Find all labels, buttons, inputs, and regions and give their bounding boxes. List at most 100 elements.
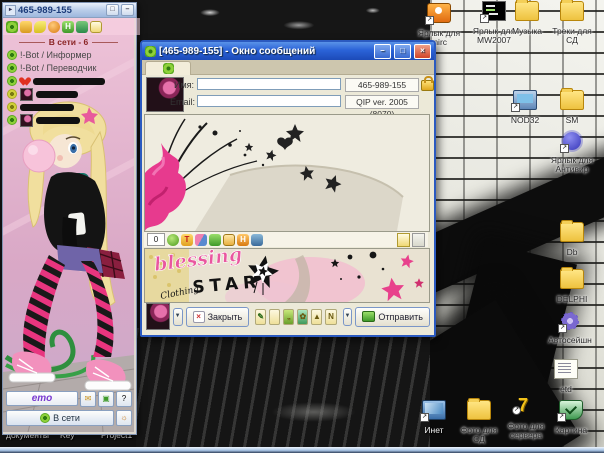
folder-button[interactable]: ▣ bbox=[98, 391, 114, 407]
qip-flower-icon bbox=[145, 46, 156, 57]
screenshot-icon[interactable] bbox=[251, 234, 263, 246]
send-package-icon bbox=[362, 311, 375, 322]
minimize-button[interactable]: – bbox=[121, 4, 134, 16]
image-icon[interactable] bbox=[223, 234, 235, 246]
contact-list-window: ▸ 465-989-155 □ – H В сети - 6 !-Bot / И… bbox=[2, 2, 137, 435]
folder-icon[interactable] bbox=[20, 21, 32, 33]
desktop-icon-label: SM bbox=[550, 116, 594, 125]
shield-icon bbox=[559, 400, 583, 420]
spellcheck-icon[interactable] bbox=[269, 309, 280, 325]
censored-name bbox=[33, 78, 105, 85]
folder-icon bbox=[560, 222, 584, 242]
status-online-icon bbox=[7, 115, 17, 125]
gear-icon bbox=[561, 312, 579, 330]
contact-row-bot-translator[interactable]: !-Bot / Переводчик bbox=[7, 62, 96, 74]
contact-row-censored[interactable] bbox=[7, 101, 74, 113]
folder-icon bbox=[515, 1, 539, 21]
quote-icon[interactable]: „ bbox=[283, 309, 294, 325]
edit-icon[interactable]: ✎ bbox=[255, 309, 266, 325]
desktop-icon-tracks[interactable]: Треки для СД bbox=[550, 1, 594, 45]
contact-row-bot-informer[interactable]: !-Bot / Информер bbox=[7, 49, 92, 61]
send-button[interactable]: Отправить bbox=[355, 307, 430, 327]
rollup-button[interactable]: □ bbox=[106, 4, 119, 16]
plugins-icon[interactable] bbox=[76, 21, 88, 33]
desktop-icon-photo-cd[interactable]: Фото для СД bbox=[457, 400, 501, 444]
avatar bbox=[146, 303, 170, 330]
desktop-icon-photo-server[interactable]: Фото для сервера bbox=[504, 398, 548, 440]
contact-list-title: 465-989-155 bbox=[18, 5, 104, 16]
desktop-icon-delphi[interactable]: DELPHI bbox=[550, 269, 594, 304]
name-input[interactable] bbox=[197, 78, 341, 90]
maximize-button[interactable]: □ bbox=[394, 44, 411, 59]
folder-icon bbox=[560, 269, 584, 289]
spiky-ball-icon bbox=[563, 132, 581, 150]
lock-icon bbox=[421, 80, 434, 91]
banana-icon[interactable] bbox=[34, 21, 46, 33]
minimize-button[interactable]: – bbox=[374, 44, 391, 59]
smiley-icon[interactable] bbox=[167, 234, 179, 246]
desktop-icon-label: Фото для сервера bbox=[504, 422, 548, 440]
close-icon[interactable]: × bbox=[414, 44, 431, 59]
close-options-dropdown[interactable]: ▼ bbox=[173, 308, 183, 326]
message-window-titlebar[interactable]: [465-989-155] - Окно сообщений – □ × bbox=[142, 42, 434, 60]
message-bottom-bar: ▼ × Закрыть ✎ „ ✿ ▲ N ▼ Отправить bbox=[142, 302, 434, 331]
desktop-icon-autoseshn[interactable]: Автосейшн bbox=[548, 312, 592, 345]
font-icon[interactable]: T bbox=[181, 234, 193, 246]
desktop: Ярлык для mirc Ярлык для MW2007 Музыка Т… bbox=[0, 0, 604, 453]
plain-page-icon[interactable] bbox=[412, 233, 425, 247]
contact-row-censored[interactable] bbox=[7, 75, 105, 87]
censored-name bbox=[36, 91, 78, 98]
desktop-icon-etd[interactable]: etd bbox=[544, 359, 588, 394]
desktop-icon-antivir[interactable]: Ярлык для Антивир bbox=[550, 132, 594, 174]
send-options-dropdown[interactable]: ▼ bbox=[343, 308, 353, 326]
taskbar-edge[interactable] bbox=[0, 447, 604, 453]
help-button[interactable]: ? bbox=[116, 391, 132, 407]
desktop-icon-label: DELPHI bbox=[550, 295, 594, 304]
tab-contact[interactable] bbox=[145, 61, 191, 75]
desktop-icon-label: NOD32 bbox=[503, 116, 547, 125]
contact-row-censored[interactable] bbox=[7, 114, 80, 126]
desktop-icon-inet[interactable]: Инет bbox=[412, 400, 456, 435]
close-button[interactable]: × Закрыть bbox=[186, 307, 250, 327]
plugins-icon[interactable]: ✿ bbox=[297, 309, 308, 325]
send-file-icon[interactable]: ▲ bbox=[311, 309, 322, 325]
desktop-icon-db[interactable]: Db bbox=[550, 222, 594, 257]
group-header[interactable]: В сети - 6 bbox=[3, 37, 134, 47]
format-toolbar: 0 T H bbox=[144, 232, 428, 247]
globe-icon[interactable] bbox=[48, 21, 60, 33]
chat-history-area[interactable] bbox=[144, 114, 430, 232]
qip-flower-icon[interactable] bbox=[6, 21, 18, 33]
close-button-label: Закрыть bbox=[208, 312, 243, 322]
censored-name bbox=[20, 104, 74, 111]
status-online-icon bbox=[7, 76, 17, 86]
client-version-display: QIP ver. 2005 (8070) bbox=[345, 95, 419, 109]
quote-icon[interactable] bbox=[209, 234, 221, 246]
terminal-icon bbox=[482, 1, 506, 21]
notes-page-icon[interactable] bbox=[397, 233, 410, 247]
contact-list-sysmenu-icon[interactable]: ▸ bbox=[5, 5, 16, 16]
history-icon[interactable]: H bbox=[237, 234, 249, 246]
desktop-icon-picture[interactable]: Картина bbox=[549, 400, 593, 435]
online-status-button[interactable]: В сети bbox=[6, 410, 114, 426]
desktop-icon-nod32[interactable]: NOD32 bbox=[503, 90, 547, 125]
settings-button[interactable]: ☼ bbox=[116, 410, 132, 426]
contact-info-panel: Имя: Email: 465-989-155 QIP ver. 2005 (8… bbox=[142, 74, 434, 114]
folder-icon bbox=[467, 400, 491, 420]
message-input-area[interactable]: blessing STAR Clothing bbox=[144, 248, 430, 303]
mail-button[interactable]: ✉ bbox=[80, 391, 96, 407]
contact-name: !-Bot / Переводчик bbox=[20, 63, 96, 73]
notes-icon[interactable]: N bbox=[325, 309, 336, 325]
notes-icon[interactable] bbox=[90, 21, 102, 33]
contact-list-titlebar[interactable]: ▸ 465-989-155 □ – bbox=[3, 3, 136, 18]
email-input[interactable] bbox=[197, 95, 341, 107]
desktop-icon-sm[interactable]: SM bbox=[550, 90, 594, 125]
avatar bbox=[20, 114, 33, 127]
status-away-icon bbox=[7, 89, 17, 99]
notepad-icon bbox=[554, 359, 578, 379]
color-brush-icon[interactable] bbox=[195, 234, 207, 246]
contact-list-bottom: emo ✉ ▣ ? В сети ☼ bbox=[6, 391, 132, 426]
desktop-icon-music[interactable]: Музыка bbox=[505, 1, 549, 36]
contact-row-censored[interactable] bbox=[7, 88, 78, 100]
status-text-field[interactable]: emo bbox=[6, 391, 78, 406]
history-icon[interactable]: H bbox=[62, 21, 74, 33]
